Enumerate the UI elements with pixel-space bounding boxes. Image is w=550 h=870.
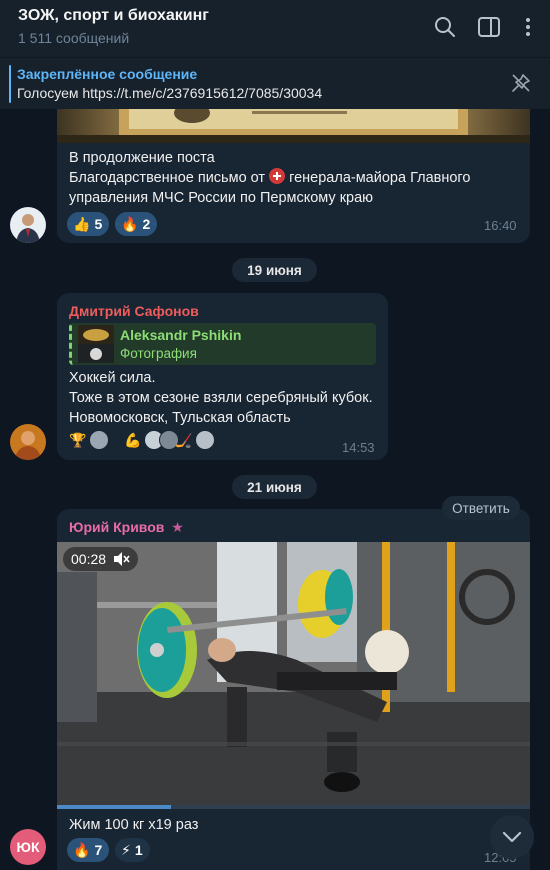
avatar[interactable]	[10, 207, 46, 243]
message-text-line: Новомосковск, Тульская область	[69, 410, 291, 426]
video-progress-bar[interactable]	[57, 805, 530, 809]
thumbs-up-icon: 👍	[73, 215, 91, 232]
star-icon: ★	[171, 519, 184, 535]
quote-author: Aleksandr Pshikin	[120, 327, 242, 343]
muscle-icon: 💪	[124, 431, 142, 448]
quote-type: Фотография	[120, 346, 197, 361]
red-cross-emoji-icon	[269, 168, 286, 184]
message-text-fragment: генерала-майора Главного	[285, 170, 471, 186]
video-duration-badge[interactable]: 00:28	[63, 547, 139, 571]
reactor-avatar	[195, 430, 216, 450]
message-text-fragment: Благодарственное письмо от	[69, 170, 270, 186]
fire-icon: 🔥	[121, 215, 139, 232]
unpin-icon[interactable]	[510, 72, 532, 94]
reaction-lightning[interactable]: ⚡ 1	[115, 838, 150, 862]
hockey-stick-icon: 🏒	[175, 431, 193, 448]
reaction-hockey[interactable]: 🏒	[175, 428, 216, 452]
sender-name[interactable]: Дмитрий Сафонов	[69, 303, 199, 319]
avatar[interactable]	[10, 424, 46, 460]
message-bubble[interactable]: Дмитрий Сафонов Aleksandr Pshikin Фотогр…	[57, 293, 388, 460]
message-bubble[interactable]: Юрий Кривов ★ 00:28 Жим 100 кг x19 раз 🔥…	[57, 509, 530, 870]
pinned-message-bar[interactable]: Закреплённое сообщение Голосуем https://…	[0, 57, 550, 109]
video-player[interactable]: 00:28	[57, 542, 530, 808]
sender-name-text: Юрий Кривов	[69, 519, 165, 535]
message-count: 1 511 сообщений	[18, 30, 130, 46]
reply-button[interactable]: Ответить	[442, 496, 520, 520]
avatar[interactable]: ЮК	[10, 829, 46, 865]
message-bubble[interactable]: В продолжение поста Благодарственное пис…	[57, 109, 530, 243]
quoted-message[interactable]: Aleksandr Pshikin Фотография	[69, 323, 376, 365]
chat-header: ЗОЖ, спорт и биохакинг 1 511 сообщений	[0, 0, 550, 57]
fire-icon: 🔥	[73, 841, 91, 858]
reaction-fire[interactable]: 🔥 2	[115, 212, 158, 236]
message-text-line: В продолжение поста	[69, 150, 215, 166]
date-separator: 21 июня	[232, 475, 317, 499]
chevron-down-icon	[502, 831, 522, 843]
video-frame	[57, 542, 530, 808]
trophy-icon: 🏆	[69, 431, 87, 448]
message-time: 14:53	[342, 440, 375, 455]
video-caption: Жим 100 кг x19 раз	[69, 817, 199, 833]
reaction-count: 5	[94, 216, 103, 232]
reaction-thumbs-up[interactable]: 👍 5	[67, 212, 110, 236]
video-duration: 00:28	[71, 551, 107, 567]
mute-icon[interactable]	[112, 551, 130, 567]
reaction-count: 2	[142, 216, 151, 232]
reaction-count: 1	[134, 842, 143, 858]
sidebar-toggle-icon[interactable]	[476, 14, 502, 40]
certificate-photo[interactable]	[57, 109, 530, 143]
message-text-line: Благодарственное письмо от генерала-майо…	[69, 168, 470, 188]
scroll-down-button[interactable]	[490, 815, 534, 859]
message-feed: В продолжение поста Благодарственное пис…	[0, 109, 550, 870]
message-text-line: Хоккей сила.	[69, 370, 156, 386]
chat-title[interactable]: ЗОЖ, спорт и биохакинг	[18, 7, 209, 25]
lightning-icon: ⚡	[121, 841, 131, 858]
date-separator: 19 июня	[232, 258, 317, 282]
search-icon[interactable]	[432, 14, 458, 40]
pinned-text[interactable]: Голосуем https://t.me/c/2376915612/7085/…	[17, 85, 322, 101]
reaction-count: 7	[94, 842, 103, 858]
message-text-line: Тоже в этом сезоне взяли серебряный кубо…	[69, 390, 373, 406]
message-time: 16:40	[484, 218, 517, 233]
reaction-trophy[interactable]: 🏆	[69, 428, 110, 452]
sender-name[interactable]: Юрий Кривов ★	[69, 519, 184, 536]
reaction-muscle[interactable]: 💪	[124, 428, 180, 452]
quote-thumbnail	[78, 325, 114, 363]
reaction-fire[interactable]: 🔥 7	[67, 838, 110, 862]
more-vertical-icon[interactable]	[515, 14, 541, 40]
video-progress-fill	[57, 805, 171, 809]
pinned-title: Закреплённое сообщение	[17, 66, 198, 82]
message-text-line: управления МЧС России по Пермскому краю	[69, 190, 374, 206]
pinned-indicator	[9, 65, 11, 103]
reactor-avatar	[89, 430, 110, 450]
